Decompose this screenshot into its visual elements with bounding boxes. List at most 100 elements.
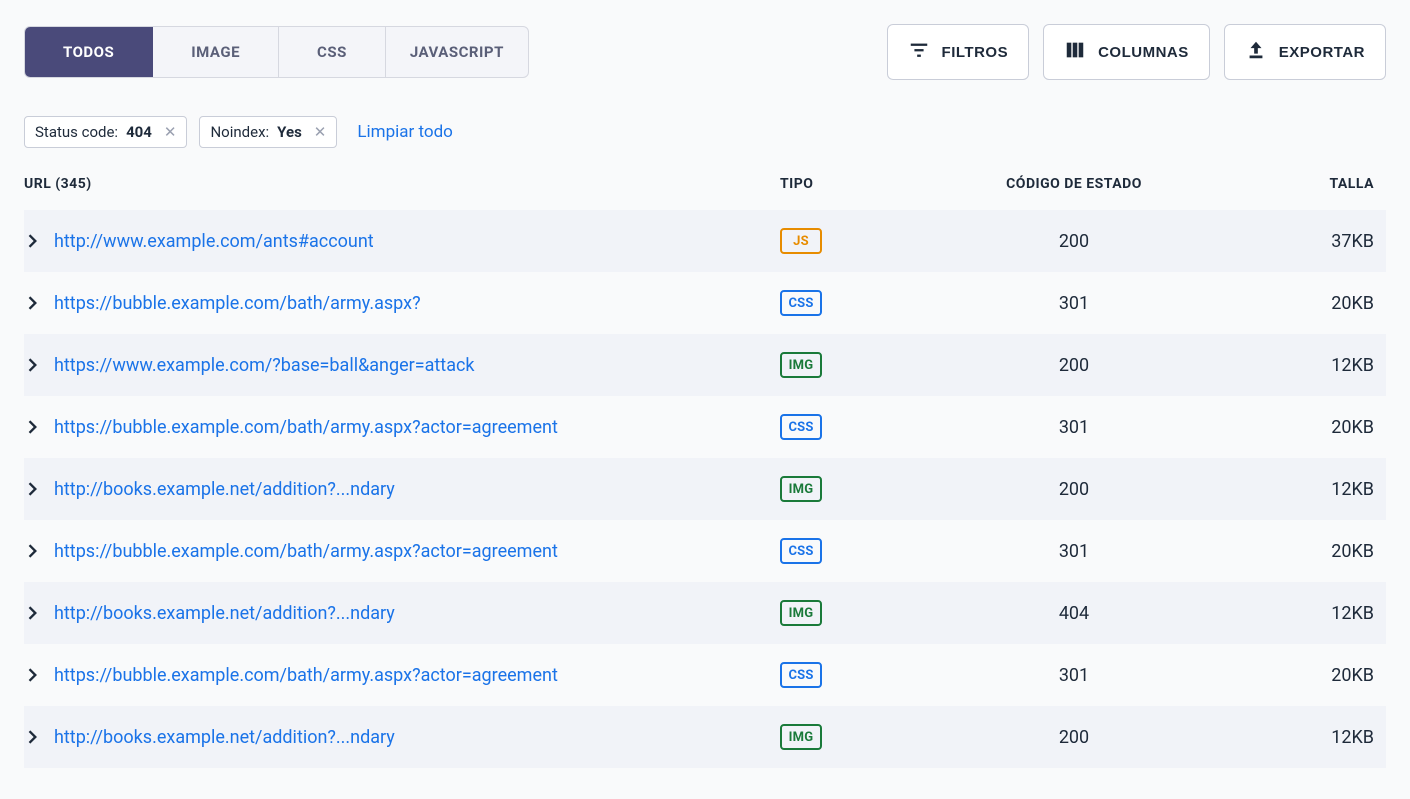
columns-button[interactable]: COLUMNAS <box>1043 24 1210 80</box>
url-link[interactable]: https://www.example.com/?base=ball&anger… <box>54 355 475 376</box>
file-size: 20KB <box>1204 541 1386 562</box>
file-size: 37KB <box>1204 231 1386 252</box>
filter-chip-value: Yes <box>277 123 302 141</box>
close-icon[interactable]: ✕ <box>164 123 177 141</box>
column-header-talla[interactable]: TALLA <box>1204 176 1386 192</box>
type-badge: CSS <box>780 662 822 688</box>
tipo-cell: IMG <box>764 476 944 502</box>
status-code: 200 <box>944 727 1204 748</box>
status-code: 200 <box>944 479 1204 500</box>
type-badge: CSS <box>780 290 822 316</box>
url-link[interactable]: http://books.example.net/addition?...nda… <box>54 727 395 748</box>
url-cell: http://books.example.net/addition?...nda… <box>24 603 764 624</box>
file-size: 20KB <box>1204 665 1386 686</box>
tipo-cell: IMG <box>764 600 944 626</box>
tipo-cell: CSS <box>764 290 944 316</box>
file-size: 12KB <box>1204 603 1386 624</box>
url-link[interactable]: https://bubble.example.com/bath/army.asp… <box>54 293 421 314</box>
tipo-cell: CSS <box>764 538 944 564</box>
close-icon[interactable]: ✕ <box>314 123 327 141</box>
url-link[interactable]: https://bubble.example.com/bath/army.asp… <box>54 665 558 686</box>
status-code: 200 <box>944 355 1204 376</box>
table-row: https://www.example.com/?base=ball&anger… <box>24 334 1386 396</box>
filter-chip-label: Noindex: <box>210 123 269 141</box>
status-code: 301 <box>944 293 1204 314</box>
chevron-right-icon[interactable] <box>28 544 38 558</box>
chevron-right-icon[interactable] <box>28 420 38 434</box>
export-icon <box>1245 39 1267 65</box>
chevron-right-icon[interactable] <box>28 606 38 620</box>
table-row: http://books.example.net/addition?...nda… <box>24 458 1386 520</box>
tab-label: CSS <box>317 43 347 61</box>
url-link[interactable]: https://bubble.example.com/bath/army.asp… <box>54 417 558 438</box>
table-row: https://bubble.example.com/bath/army.asp… <box>24 396 1386 458</box>
tab-todos[interactable]: TODOS <box>25 27 153 77</box>
file-size: 12KB <box>1204 727 1386 748</box>
chevron-right-icon[interactable] <box>28 358 38 372</box>
filters-button[interactable]: FILTROS <box>887 24 1030 80</box>
url-link[interactable]: https://bubble.example.com/bath/army.asp… <box>54 541 558 562</box>
chevron-right-icon[interactable] <box>28 296 38 310</box>
status-code: 301 <box>944 665 1204 686</box>
tipo-cell: JS <box>764 228 944 254</box>
tipo-cell: IMG <box>764 352 944 378</box>
chevron-right-icon[interactable] <box>28 668 38 682</box>
table-body: http://www.example.com/ants#account JS 200… <box>24 210 1386 768</box>
url-cell: http://books.example.net/addition?...nda… <box>24 479 764 500</box>
filter-chip-value: 404 <box>126 123 152 141</box>
type-badge: IMG <box>780 724 822 750</box>
tipo-cell: CSS <box>764 414 944 440</box>
table-row: https://bubble.example.com/bath/army.asp… <box>24 520 1386 582</box>
clear-all-filters[interactable]: Limpiar todo <box>357 122 452 142</box>
filters-button-label: FILTROS <box>942 44 1009 61</box>
columns-button-label: COLUMNAS <box>1098 44 1189 61</box>
chevron-right-icon[interactable] <box>28 730 38 744</box>
export-button-label: EXPORTAR <box>1279 44 1365 61</box>
tab-javascript[interactable]: JAVASCRIPT <box>386 27 528 77</box>
chevron-right-icon[interactable] <box>28 234 38 248</box>
table-row: http://books.example.net/addition?...nda… <box>24 582 1386 644</box>
column-header-url[interactable]: URL (345) <box>24 176 764 192</box>
file-size: 20KB <box>1204 417 1386 438</box>
columns-icon <box>1064 39 1086 65</box>
url-cell: https://bubble.example.com/bath/army.asp… <box>24 293 764 314</box>
status-code: 301 <box>944 541 1204 562</box>
url-cell: http://www.example.com/ants#account <box>24 231 764 252</box>
filter-chip[interactable]: Status code: 404 ✕ <box>24 116 187 148</box>
column-header-codigo[interactable]: CÓDIGO DE ESTADO <box>944 176 1204 192</box>
url-link[interactable]: http://www.example.com/ants#account <box>54 231 374 252</box>
type-badge: CSS <box>780 538 822 564</box>
file-size: 20KB <box>1204 293 1386 314</box>
tipo-cell: CSS <box>764 662 944 688</box>
top-bar: TODOS IMAGE CSS JAVASCRIPT FILTROS COLUMNAS… <box>24 24 1386 80</box>
tab-label: JAVASCRIPT <box>410 43 504 61</box>
filter-chip[interactable]: Noindex: Yes ✕ <box>199 116 337 148</box>
column-header-tipo[interactable]: TIPO <box>764 176 944 192</box>
table-header: URL (345) TIPO CÓDIGO DE ESTADO TALLA <box>24 176 1386 210</box>
active-filters-row: Status code: 404 ✕ Noindex: Yes ✕ Limpiar to… <box>24 116 1386 148</box>
type-badge: IMG <box>780 476 822 502</box>
type-badge: CSS <box>780 414 822 440</box>
tab-label: TODOS <box>63 43 114 61</box>
type-badge: IMG <box>780 352 822 378</box>
action-buttons: FILTROS COLUMNAS EXPORTAR <box>887 24 1386 80</box>
file-size: 12KB <box>1204 355 1386 376</box>
url-link[interactable]: http://books.example.net/addition?...nda… <box>54 603 395 624</box>
url-cell: https://bubble.example.com/bath/army.asp… <box>24 541 764 562</box>
chevron-right-icon[interactable] <box>28 482 38 496</box>
content-tabs: TODOS IMAGE CSS JAVASCRIPT <box>24 26 529 78</box>
export-button[interactable]: EXPORTAR <box>1224 24 1386 80</box>
file-size: 12KB <box>1204 479 1386 500</box>
tipo-cell: IMG <box>764 724 944 750</box>
type-badge: IMG <box>780 600 822 626</box>
tab-css[interactable]: CSS <box>279 27 386 77</box>
filter-chip-label: Status code: <box>35 123 118 141</box>
filter-icon <box>908 39 930 65</box>
url-cell: http://books.example.net/addition?...nda… <box>24 727 764 748</box>
url-link[interactable]: http://books.example.net/addition?...nda… <box>54 479 395 500</box>
status-code: 301 <box>944 417 1204 438</box>
tab-label: IMAGE <box>191 43 240 61</box>
url-cell: https://www.example.com/?base=ball&anger… <box>24 355 764 376</box>
tab-image[interactable]: IMAGE <box>153 27 279 77</box>
table-row: http://books.example.net/addition?...nda… <box>24 706 1386 768</box>
